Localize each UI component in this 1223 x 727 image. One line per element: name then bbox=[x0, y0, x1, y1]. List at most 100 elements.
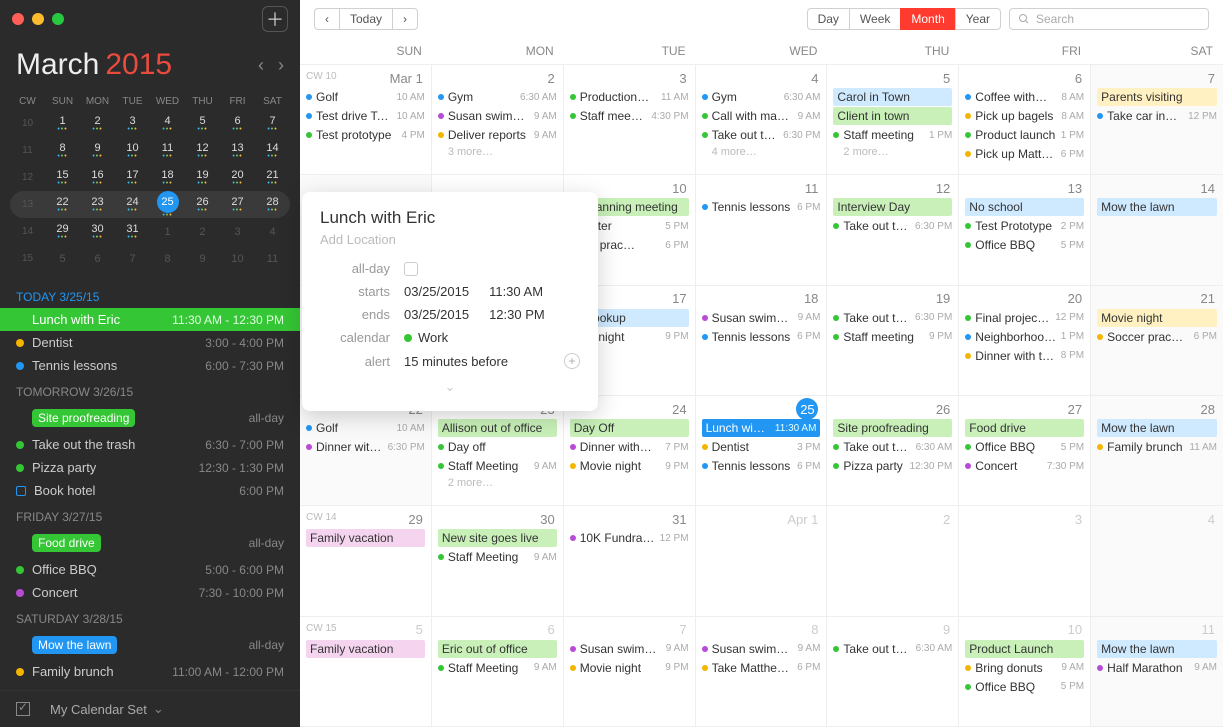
event-item[interactable]: Tennis lessons6 PM bbox=[702, 328, 821, 346]
day-cell[interactable]: 21Movie nightSoccer prac…6 PM bbox=[1091, 286, 1223, 395]
event-block[interactable]: Site proofreading bbox=[833, 419, 952, 437]
day-cell[interactable]: 29Family vacation bbox=[300, 506, 432, 615]
view-week-button[interactable]: Week bbox=[849, 8, 900, 30]
mini-day[interactable]: 25••• bbox=[150, 191, 185, 218]
day-cell[interactable]: 20Final projec…12 PMNeighborhoo…1 PMDinn… bbox=[959, 286, 1091, 395]
mini-day[interactable]: 10••• bbox=[115, 137, 150, 164]
event-item[interactable]: Susan swim…9 AM bbox=[702, 309, 821, 327]
event-block[interactable]: Interview Day bbox=[833, 198, 952, 216]
popover-title[interactable]: Lunch with Eric bbox=[320, 208, 580, 228]
mini-day[interactable]: 31••• bbox=[115, 218, 150, 245]
event-item[interactable]: Staff mee…4:30 PM bbox=[570, 107, 689, 125]
mini-day[interactable]: 28••• bbox=[255, 191, 290, 218]
chevron-down-icon[interactable]: ⌄ bbox=[153, 701, 164, 717]
event-item[interactable]: Office BBQ5 PM bbox=[965, 236, 1084, 254]
event-item[interactable]: Neighborhoo…1 PM bbox=[965, 328, 1084, 346]
zoom-icon[interactable] bbox=[52, 13, 64, 25]
event-item[interactable]: Movie night9 PM bbox=[570, 659, 689, 677]
agenda-item[interactable]: Family brunch11:00 AM - 12:00 PM bbox=[0, 660, 300, 683]
event-block[interactable]: Mow the lawn bbox=[1097, 198, 1217, 216]
mini-day[interactable]: 9 bbox=[185, 245, 220, 272]
more-events-link[interactable]: 2 more… bbox=[833, 146, 952, 158]
event-item[interactable]: Golf10 AM bbox=[306, 88, 425, 106]
event-block[interactable]: Product Launch bbox=[965, 640, 1084, 658]
search-input[interactable]: Search bbox=[1009, 8, 1209, 30]
mini-day[interactable]: 18••• bbox=[150, 164, 185, 191]
mini-day[interactable]: 13••• bbox=[220, 137, 255, 164]
event-item[interactable]: Dinner with t…8 PM bbox=[965, 347, 1084, 365]
mini-day[interactable]: 1••• bbox=[45, 110, 80, 137]
day-cell[interactable]: 4Gym6:30 AMCall with ma…9 AMTake out t…6… bbox=[696, 65, 828, 174]
event-item[interactable]: Office BBQ5 PM bbox=[965, 438, 1084, 456]
mini-day[interactable]: 4••• bbox=[150, 110, 185, 137]
mini-day[interactable]: 8••• bbox=[45, 137, 80, 164]
day-cell[interactable]: 12Interview DayTake out t…6:30 PM bbox=[827, 175, 959, 284]
event-item[interactable]: Tennis lessons6 PM bbox=[702, 198, 821, 216]
event-item[interactable]: Susan swim…9 AM bbox=[570, 640, 689, 658]
event-item[interactable]: Staff Meeting9 AM bbox=[438, 548, 557, 566]
event-item[interactable]: Family brunch11 AM bbox=[1097, 438, 1217, 456]
more-events-link[interactable]: 4 more… bbox=[702, 146, 821, 158]
event-block[interactable]: Movie night bbox=[1097, 309, 1217, 327]
alert-value[interactable]: 15 minutes before bbox=[404, 354, 508, 369]
event-block[interactable]: Allison out of office bbox=[438, 419, 557, 437]
day-cell[interactable]: 7Parents visitingTake car in…12 PM bbox=[1091, 65, 1223, 174]
event-block[interactable]: Client in town bbox=[833, 107, 952, 125]
mini-day[interactable]: 14••• bbox=[255, 137, 290, 164]
mini-day[interactable]: 10 bbox=[220, 245, 255, 272]
day-cell[interactable]: 4 bbox=[1091, 506, 1223, 615]
event-block[interactable]: Day Off bbox=[570, 419, 689, 437]
event-item[interactable]: Dentist3 PM bbox=[702, 438, 821, 456]
starts-date[interactable]: 03/25/2015 bbox=[404, 284, 469, 299]
event-item[interactable]: Gym6:30 AM bbox=[702, 88, 821, 106]
reminders-toggle-icon[interactable] bbox=[16, 702, 30, 716]
agenda-item[interactable]: Tennis lessons6:00 - 7:30 PM bbox=[0, 354, 300, 377]
mini-day[interactable]: 3••• bbox=[115, 110, 150, 137]
day-cell[interactable]: 28Mow the lawnFamily brunch11 AM bbox=[1091, 396, 1223, 505]
event-item[interactable]: Dinner with…7 PM bbox=[570, 438, 689, 456]
ends-time[interactable]: 12:30 PM bbox=[489, 307, 545, 322]
event-item[interactable]: Staff meeting1 PM bbox=[833, 126, 952, 144]
event-item[interactable]: Take out t…6:30 PM bbox=[833, 217, 952, 235]
mini-day[interactable]: 27••• bbox=[220, 191, 255, 218]
event-block[interactable]: Food drive bbox=[965, 419, 1084, 437]
agenda-item[interactable]: Site proofreadingall-day bbox=[0, 403, 300, 433]
day-cell[interactable]: 30New site goes liveStaff Meeting9 AM bbox=[432, 506, 564, 615]
day-cell[interactable]: 13No schoolTest Prototype2 PMOffice BBQ5… bbox=[959, 175, 1091, 284]
day-cell[interactable]: 19Take out t…6:30 PMStaff meeting9 PM bbox=[827, 286, 959, 395]
view-year-button[interactable]: Year bbox=[955, 8, 1001, 30]
event-item[interactable]: Pick up Matt…6 PM bbox=[965, 145, 1084, 163]
event-block[interactable]: Lunch wi…11:30 AM bbox=[702, 419, 821, 437]
event-block[interactable]: Mow the lawn bbox=[1097, 640, 1217, 658]
day-cell[interactable]: 14Mow the lawn bbox=[1091, 175, 1223, 284]
prev-button[interactable]: ‹ bbox=[314, 8, 339, 30]
mini-day[interactable]: 4 bbox=[255, 218, 290, 245]
event-block[interactable]: Parents visiting bbox=[1097, 88, 1217, 106]
agenda-item[interactable]: Food driveall-day bbox=[0, 528, 300, 558]
more-events-link[interactable]: 3 more… bbox=[438, 146, 557, 158]
mini-day[interactable]: 5••• bbox=[185, 110, 220, 137]
day-cell[interactable]: 22Golf10 AMDinner wit…6:30 PM bbox=[300, 396, 432, 505]
starts-time[interactable]: 11:30 AM bbox=[489, 284, 543, 299]
event-item[interactable]: Take out t…6:30 PM bbox=[833, 309, 952, 327]
mini-day[interactable]: 17••• bbox=[115, 164, 150, 191]
close-icon[interactable] bbox=[12, 13, 24, 25]
event-block[interactable]: Mow the lawn bbox=[1097, 419, 1217, 437]
mini-day[interactable]: 9••• bbox=[80, 137, 115, 164]
event-item[interactable]: Take out t…6:30 AM bbox=[833, 438, 952, 456]
mini-day[interactable]: 22••• bbox=[45, 191, 80, 218]
mini-day[interactable]: 29••• bbox=[45, 218, 80, 245]
day-cell[interactable]: 7Susan swim…9 AMMovie night9 PM bbox=[564, 617, 696, 726]
day-cell[interactable]: 24Day OffDinner with…7 PMMovie night9 PM bbox=[564, 396, 696, 505]
day-cell[interactable]: Mar 1Golf10 AMTest drive Te…10 AMTest pr… bbox=[300, 65, 432, 174]
day-cell[interactable]: 3110K Fundra…12 PM bbox=[564, 506, 696, 615]
view-month-button[interactable]: Month bbox=[900, 8, 954, 30]
event-item[interactable]: Coffee with…8 AM bbox=[965, 88, 1084, 106]
minimize-icon[interactable] bbox=[32, 13, 44, 25]
next-button[interactable]: › bbox=[392, 8, 418, 30]
calendar-set-label[interactable]: My Calendar Set bbox=[50, 702, 147, 717]
event-block[interactable]: Family vacation bbox=[306, 529, 425, 547]
event-item[interactable]: Golf10 AM bbox=[306, 419, 425, 437]
day-cell[interactable]: 5Carol in TownClient in townStaff meetin… bbox=[827, 65, 959, 174]
mini-day[interactable]: 6 bbox=[80, 245, 115, 272]
